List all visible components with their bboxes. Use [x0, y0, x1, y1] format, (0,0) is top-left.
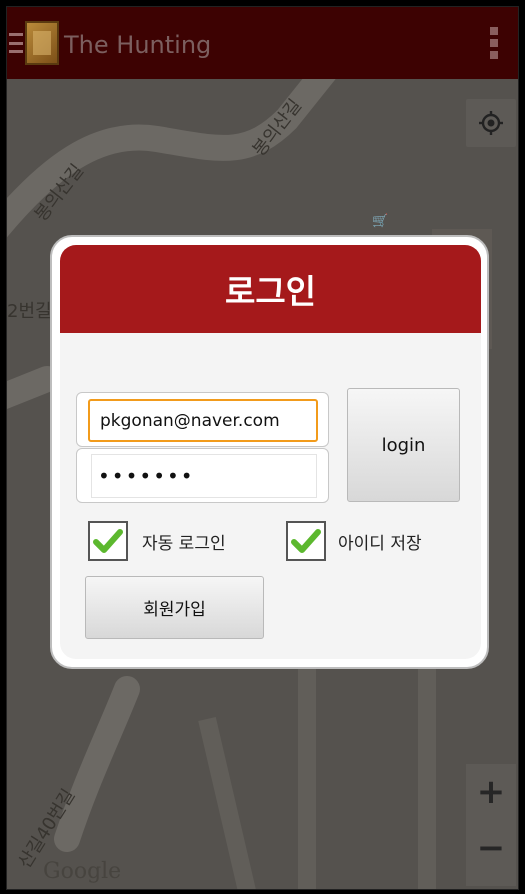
shop-marker-icon: 🛒 [372, 214, 389, 229]
password-field [76, 448, 329, 503]
app-title: The Hunting [64, 31, 212, 59]
login-button[interactable]: login [347, 388, 460, 502]
auto-login-checkbox[interactable]: 자동 로그인 [88, 521, 226, 561]
overflow-menu-icon[interactable] [490, 27, 498, 59]
email-input[interactable] [88, 399, 318, 442]
checkmark-icon [291, 529, 321, 553]
checkbox-box[interactable] [88, 521, 128, 561]
signup-button[interactable]: 회원가입 [85, 576, 264, 639]
app-logo [25, 21, 59, 65]
zoom-in-button[interactable]: + [466, 772, 516, 812]
auto-login-label: 자동 로그인 [142, 533, 226, 554]
checkbox-box[interactable] [286, 521, 326, 561]
action-bar: The Hunting [7, 7, 518, 79]
map-label-street: 2번길 [7, 301, 52, 322]
checkmark-icon [93, 529, 123, 553]
save-id-label: 아이디 저장 [338, 533, 422, 554]
my-location-button[interactable] [466, 99, 516, 147]
zoom-controls: + − [466, 764, 516, 886]
zoom-out-button[interactable]: − [466, 828, 516, 868]
crosshair-icon [479, 111, 503, 135]
password-input[interactable] [91, 454, 317, 498]
google-logo: Google [43, 859, 122, 884]
save-id-checkbox[interactable]: 아이디 저장 [286, 521, 422, 561]
drawer-menu-icon[interactable] [9, 33, 23, 53]
dialog-header: 로그인 [60, 245, 481, 333]
dialog-title: 로그인 [224, 272, 317, 311]
email-field [76, 392, 329, 447]
